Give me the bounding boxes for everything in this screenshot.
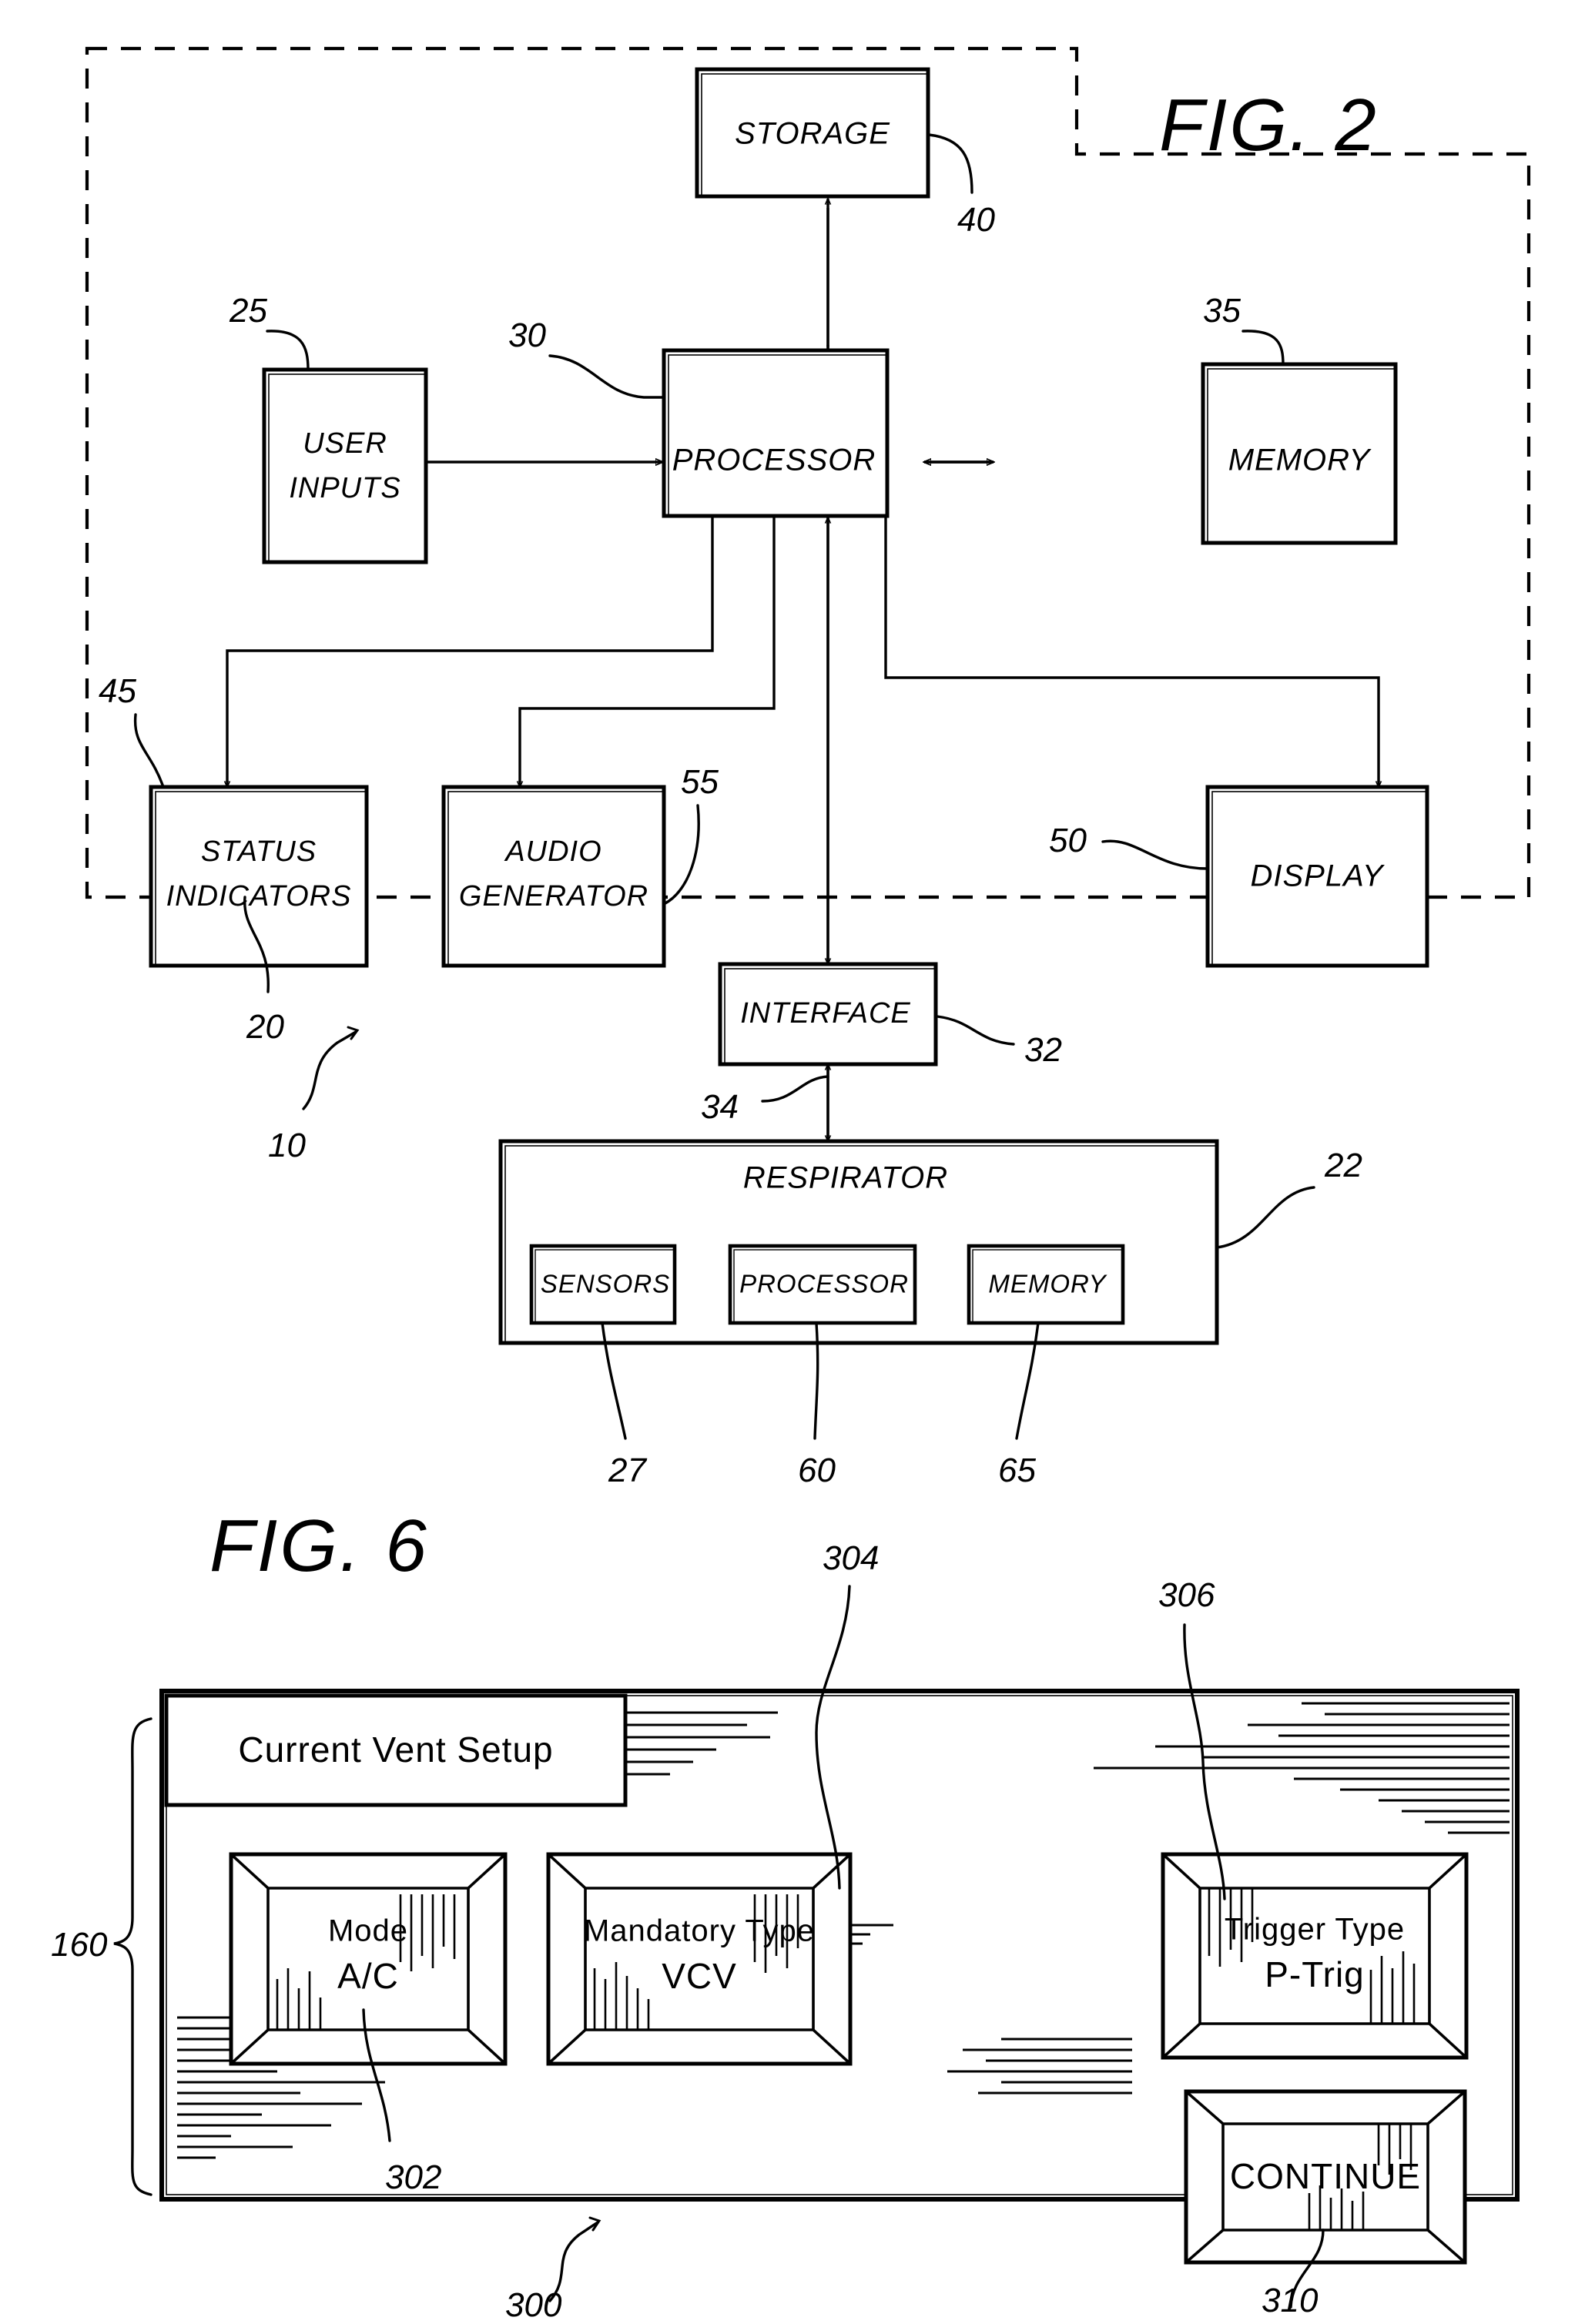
ref-50: 50 (1049, 822, 1087, 859)
ref-27: 27 (608, 1452, 647, 1489)
ref-22: 22 (1324, 1147, 1362, 1184)
continue-button-label: CONTINUE (1230, 2156, 1421, 2196)
ref-20: 20 (246, 1008, 284, 1046)
block-respirator-memory: MEMORY (967, 1244, 1125, 1325)
ref-304: 304 (823, 1539, 879, 1577)
figure-2-drawing: STORAGE USER INPUTS PROCESSOR MEMORY STA… (51, 46, 1531, 2324)
block-status-indicators-label-1: STATUS (201, 836, 317, 868)
block-respirator-label: RESPIRATOR (743, 1161, 948, 1195)
block-respirator-processor-label: PROCESSOR (739, 1270, 909, 1298)
block-audio-generator-label-1: AUDIO (504, 836, 601, 868)
block-respirator-memory-label: MEMORY (988, 1270, 1107, 1298)
block-respirator-sensors-label: SENSORS (541, 1270, 670, 1298)
block-respirator-processor: PROCESSOR (728, 1244, 917, 1325)
ref-34: 34 (701, 1088, 739, 1126)
figure-2-title: FIG. 2 (1159, 84, 1379, 166)
patent-drawing-sheet: STORAGE USER INPUTS PROCESSOR MEMORY STA… (0, 0, 1595, 2324)
mode-button-label: Mode (328, 1914, 408, 1948)
continue-button[interactable]: CONTINUE (1184, 2089, 1467, 2265)
ref-30: 30 (508, 316, 546, 354)
trigger-type-button[interactable]: Trigger Type P-Trig (1161, 1852, 1469, 2060)
block-storage-label: STORAGE (735, 117, 890, 151)
ref-45: 45 (99, 672, 136, 710)
ref-60: 60 (798, 1452, 836, 1489)
ref-32: 32 (1024, 1031, 1062, 1069)
block-respirator-sensors: SENSORS (529, 1244, 677, 1325)
block-memory-label: MEMORY (1228, 444, 1372, 477)
figure-6-title: FIG. 6 (209, 1505, 429, 1587)
ref-25: 25 (229, 292, 267, 330)
ref-300: 300 (505, 2286, 562, 2324)
block-user-inputs-label-1: USER (303, 427, 387, 460)
block-interface-label: INTERFACE (740, 997, 911, 1030)
block-display-label: DISPLAY (1251, 859, 1386, 893)
ref-65: 65 (998, 1452, 1036, 1489)
block-processor: PROCESSOR (662, 348, 890, 518)
block-user-inputs: USER INPUTS (262, 367, 428, 564)
trigger-type-button-label: Trigger Type (1225, 1913, 1405, 1947)
ref-160: 160 (51, 1926, 108, 1964)
block-audio-generator: AUDIO GENERATOR (441, 785, 666, 968)
mode-button[interactable]: Mode A/C (229, 1852, 508, 2066)
ref-55: 55 (681, 763, 719, 801)
ref-40: 40 (957, 201, 995, 239)
block-interface: INTERFACE (718, 962, 938, 1067)
block-display: DISPLAY (1205, 785, 1429, 968)
block-status-indicators-label-2: INDICATORS (166, 880, 352, 913)
mandatory-type-button-value: VCV (662, 1956, 737, 1996)
current-vent-setup-titlebar: Current Vent Setup (164, 1693, 628, 1807)
block-storage: STORAGE (695, 67, 930, 199)
ref-302: 302 (385, 2158, 441, 2196)
mode-button-value: A/C (337, 1956, 399, 1996)
block-memory: MEMORY (1201, 362, 1398, 545)
block-status-indicators: STATUS INDICATORS (149, 785, 369, 968)
block-user-inputs-label-2: INPUTS (289, 472, 400, 504)
block-audio-generator-label-2: GENERATOR (459, 880, 648, 913)
trigger-type-button-value: P-Trig (1265, 1954, 1365, 1994)
mandatory-type-button-label: Mandatory Type (584, 1914, 815, 1948)
ref-306: 306 (1158, 1576, 1215, 1614)
ref-10: 10 (268, 1127, 306, 1164)
ref-35: 35 (1203, 292, 1241, 330)
ref-310: 310 (1262, 2282, 1319, 2319)
current-vent-setup-title: Current Vent Setup (238, 1730, 553, 1770)
mandatory-type-button[interactable]: Mandatory Type VCV (546, 1852, 853, 2066)
block-respirator: RESPIRATOR SENSORS PROCESSOR MEMORY (498, 1139, 1219, 1345)
block-processor-label: PROCESSOR (672, 444, 876, 477)
